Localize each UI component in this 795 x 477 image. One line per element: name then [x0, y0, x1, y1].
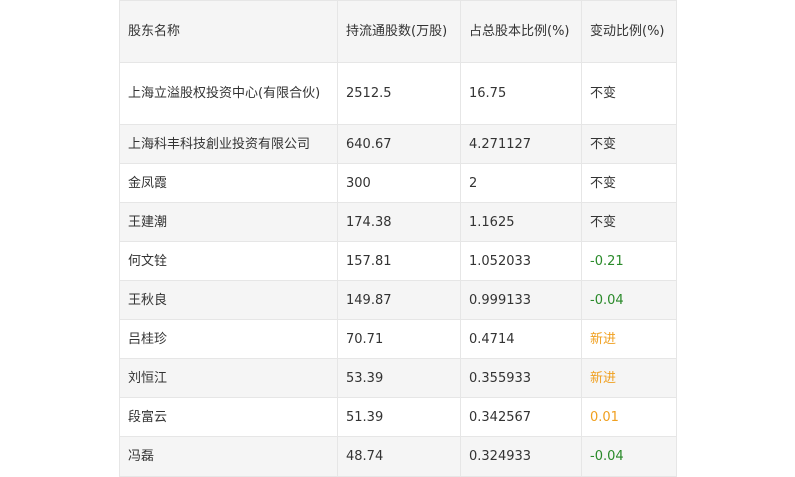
table-row: 王秋良 149.87 0.999133 -0.04 — [119, 280, 677, 320]
cell-shares: 2512.5 — [337, 62, 461, 125]
cell-shares: 300 — [337, 163, 461, 203]
cell-change: 0.01 — [581, 397, 677, 437]
cell-shares: 70.71 — [337, 319, 461, 359]
cell-name: 王秋良 — [119, 280, 338, 320]
cell-shares: 53.39 — [337, 358, 461, 398]
cell-name: 何文铨 — [119, 241, 338, 281]
header-shares: 持流通股数(万股) — [337, 0, 461, 63]
cell-change: -0.04 — [581, 280, 677, 320]
cell-change: 不变 — [581, 202, 677, 242]
cell-name: 王建潮 — [119, 202, 338, 242]
cell-name: 段富云 — [119, 397, 338, 437]
cell-ratio: 0.355933 — [460, 358, 582, 398]
cell-change: -0.21 — [581, 241, 677, 281]
header-ratio: 占总股本比例(%) — [460, 0, 582, 63]
table-row: 段富云 51.39 0.342567 0.01 — [119, 397, 677, 437]
cell-name: 金凤霞 — [119, 163, 338, 203]
cell-ratio: 0.4714 — [460, 319, 582, 359]
table-row: 王建潮 174.38 1.1625 不变 — [119, 202, 677, 242]
table-row: 冯磊 48.74 0.324933 -0.04 — [119, 436, 677, 477]
cell-change: 不变 — [581, 163, 677, 203]
header-shareholder-name: 股东名称 — [119, 0, 338, 63]
header-change: 变动比例(%) — [581, 0, 677, 63]
cell-name: 上海科丰科技創业投资有限公司 — [119, 124, 338, 164]
cell-ratio: 1.052033 — [460, 241, 582, 281]
cell-ratio: 0.999133 — [460, 280, 582, 320]
table-row: 何文铨 157.81 1.052033 -0.21 — [119, 241, 677, 281]
table-row: 上海科丰科技創业投资有限公司 640.67 4.271127 不变 — [119, 124, 677, 164]
cell-name: 刘恒江 — [119, 358, 338, 398]
shareholder-table: 股东名称 持流通股数(万股) 占总股本比例(%) 变动比例(%) 上海立溢股权投… — [119, 0, 677, 477]
cell-change: 不变 — [581, 124, 677, 164]
cell-name: 冯磊 — [119, 436, 338, 477]
cell-shares: 157.81 — [337, 241, 461, 281]
cell-ratio: 2 — [460, 163, 582, 203]
cell-shares: 51.39 — [337, 397, 461, 437]
cell-change: -0.04 — [581, 436, 677, 477]
cell-change: 新进 — [581, 358, 677, 398]
cell-change: 不变 — [581, 62, 677, 125]
cell-change: 新进 — [581, 319, 677, 359]
cell-ratio: 0.342567 — [460, 397, 582, 437]
table-row: 吕桂珍 70.71 0.4714 新进 — [119, 319, 677, 359]
cell-ratio: 0.324933 — [460, 436, 582, 477]
cell-shares: 174.38 — [337, 202, 461, 242]
cell-shares: 149.87 — [337, 280, 461, 320]
table-row: 刘恒江 53.39 0.355933 新进 — [119, 358, 677, 398]
cell-name: 吕桂珍 — [119, 319, 338, 359]
cell-ratio: 16.75 — [460, 62, 582, 125]
table-header-row: 股东名称 持流通股数(万股) 占总股本比例(%) 变动比例(%) — [119, 0, 677, 63]
shareholder-table-container: 股东名称 持流通股数(万股) 占总股本比例(%) 变动比例(%) 上海立溢股权投… — [119, 0, 677, 477]
cell-ratio: 1.1625 — [460, 202, 582, 242]
table-row: 上海立溢股权投资中心(有限合伙) 2512.5 16.75 不变 — [119, 62, 677, 125]
cell-shares: 640.67 — [337, 124, 461, 164]
cell-ratio: 4.271127 — [460, 124, 582, 164]
cell-name: 上海立溢股权投资中心(有限合伙) — [119, 62, 338, 125]
cell-shares: 48.74 — [337, 436, 461, 477]
table-row: 金凤霞 300 2 不变 — [119, 163, 677, 203]
